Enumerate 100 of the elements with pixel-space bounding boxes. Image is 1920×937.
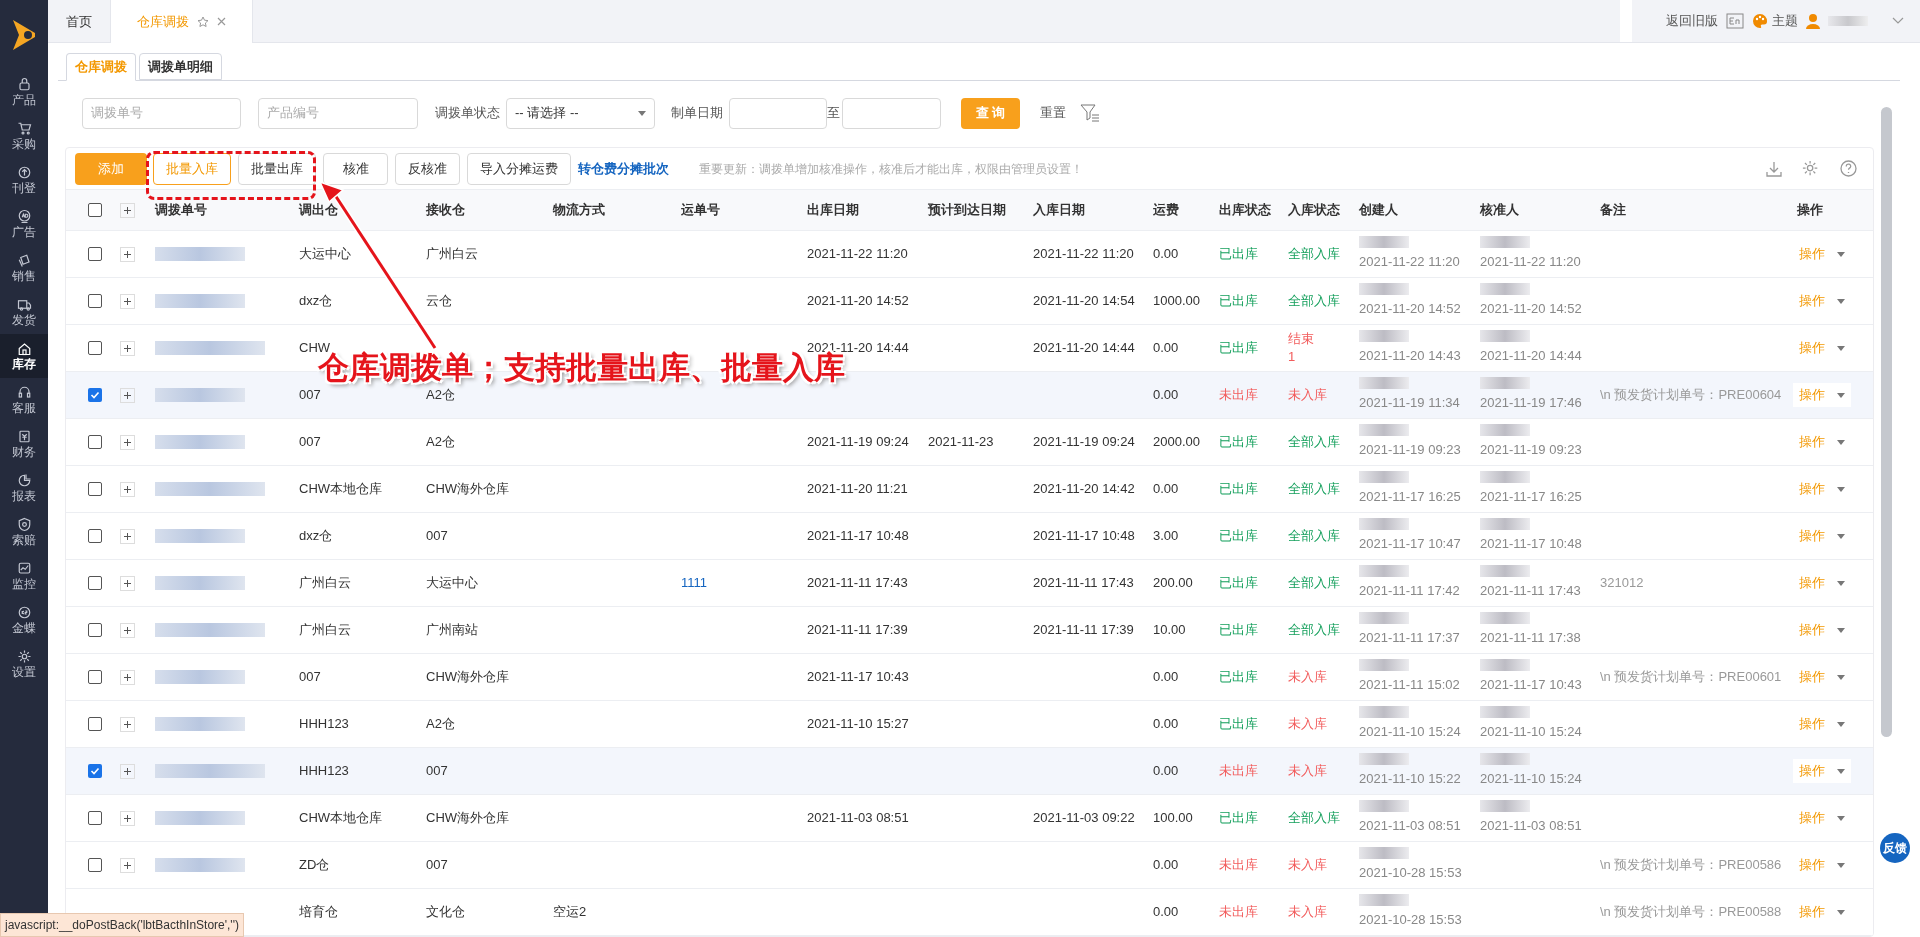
filter-icon[interactable] xyxy=(1080,103,1100,123)
table-cell: 2021-11-11 17:39 xyxy=(1033,622,1134,638)
status-text: 未入库 xyxy=(1288,856,1328,874)
status-text: 已出库 xyxy=(1219,480,1259,498)
expand-icon[interactable] xyxy=(124,391,131,399)
checkbox[interactable] xyxy=(87,576,102,590)
sub-tab[interactable]: 调拨单明细 xyxy=(139,53,222,80)
theme-button[interactable]: 主题 xyxy=(1752,11,1798,31)
checkbox[interactable] xyxy=(87,435,102,449)
blurred-text xyxy=(1359,612,1409,625)
sidebar-item[interactable]: 金蝶 xyxy=(0,598,48,642)
table-cell: CHW海外仓库 xyxy=(426,481,510,497)
star-icon[interactable] xyxy=(197,15,209,28)
checkbox[interactable] xyxy=(87,341,102,355)
sidebar-item[interactable]: 监控 xyxy=(0,554,48,598)
old-version-link[interactable]: 返回旧版 xyxy=(1666,11,1718,31)
sidebar-item[interactable]: 报表 xyxy=(0,466,48,510)
page-tab[interactable]: 首页 xyxy=(48,0,110,43)
sidebar-item[interactable]: 发货 xyxy=(0,290,48,334)
checkbox[interactable] xyxy=(87,529,102,543)
status-text: 已出库 xyxy=(1219,621,1259,639)
checkbox[interactable] xyxy=(87,764,102,778)
sidebar-item[interactable]: 索赔 xyxy=(0,510,48,554)
table-cell: 2021-11-10 15:27 xyxy=(807,716,909,732)
sidebar-item[interactable]: 库存 xyxy=(0,334,48,378)
expand-icon[interactable] xyxy=(124,673,131,681)
close-icon[interactable] xyxy=(217,17,226,26)
checkmark-icon xyxy=(89,390,100,400)
table-cell: A2仓 xyxy=(426,716,455,732)
toolbar-button[interactable]: 反核准 xyxy=(395,152,460,185)
sidebar-item[interactable]: 采购 xyxy=(0,114,48,158)
status-text: 未出库 xyxy=(1219,903,1259,921)
expand-icon[interactable] xyxy=(124,250,131,258)
end-date-field[interactable] xyxy=(842,97,941,129)
status-label: 调拨单状态 xyxy=(435,104,500,123)
timestamp-text: 2021-11-03 08:51 xyxy=(1359,817,1462,836)
checkbox[interactable] xyxy=(87,623,102,637)
blurred-text xyxy=(1480,565,1530,578)
shield-icon xyxy=(16,517,32,532)
checkbox[interactable] xyxy=(87,811,102,825)
expand-icon[interactable] xyxy=(124,861,131,869)
caret-icon xyxy=(1837,251,1845,257)
checkmark-icon xyxy=(89,766,100,776)
sidebar-item[interactable]: 刊登 xyxy=(0,158,48,202)
tracking-link[interactable]: 1111 xyxy=(681,575,708,591)
checkbox[interactable] xyxy=(87,203,102,218)
start-date-field[interactable] xyxy=(729,97,827,129)
checkbox[interactable] xyxy=(87,482,102,496)
expand-icon[interactable] xyxy=(124,814,131,822)
reset-link[interactable]: 重置 xyxy=(1040,103,1066,123)
lock-icon xyxy=(16,77,32,92)
checkbox[interactable] xyxy=(87,670,102,684)
help-icon[interactable] xyxy=(1840,160,1857,178)
timestamp-text: 2021-11-11 17:37 xyxy=(1359,629,1461,648)
table-cell: HHH123 xyxy=(299,763,349,779)
checkbox[interactable] xyxy=(87,858,102,872)
sidebar-item[interactable]: 广告 xyxy=(0,202,48,246)
table-cell: 2021-11-17 10:48 xyxy=(1033,528,1135,544)
date-separator: 至 xyxy=(827,104,840,123)
toolbar-button[interactable]: 导入分摊运费 xyxy=(467,152,571,185)
timestamp-text: 2021-11-22 11:20 xyxy=(1359,253,1461,272)
toolbar-button[interactable]: 批量出库 xyxy=(238,152,316,185)
sidebar-item[interactable]: 财务 xyxy=(0,422,48,466)
expand-icon[interactable] xyxy=(124,720,131,728)
status-select[interactable]: -- 请选择 -- xyxy=(506,97,655,129)
expand-icon[interactable] xyxy=(124,485,131,493)
checkbox[interactable] xyxy=(87,247,102,261)
toolbar-button[interactable]: 核准 xyxy=(323,152,388,185)
expand-icon[interactable] xyxy=(124,344,131,352)
sidebar-item[interactable]: 客服 xyxy=(0,378,48,422)
scrollbar[interactable] xyxy=(1881,107,1892,737)
expand-icon[interactable] xyxy=(124,626,131,634)
checkbox[interactable] xyxy=(87,717,102,731)
expand-icon[interactable] xyxy=(124,579,131,587)
expand-icon[interactable] xyxy=(124,532,131,540)
download-icon[interactable] xyxy=(1766,160,1782,177)
table-cell: 2021-11-19 09:24 xyxy=(807,434,909,450)
sidebar-item[interactable]: 产品 xyxy=(0,70,48,114)
timestamp-text: 2021-11-10 15:22 xyxy=(1359,770,1462,789)
timestamp-text: 2021-11-19 11:34 xyxy=(1359,394,1461,413)
sidebar-item[interactable]: 设置 xyxy=(0,642,48,686)
feedback-button[interactable]: 反馈 xyxy=(1880,833,1910,863)
batch-link[interactable]: 转仓费分摊批次 xyxy=(578,159,669,179)
sidebar-item[interactable]: 销售 xyxy=(0,246,48,290)
settings-icon xyxy=(16,649,32,664)
status-text: 全部入库 xyxy=(1288,527,1341,545)
expand-icon[interactable] xyxy=(124,206,131,214)
expand-icon[interactable] xyxy=(124,438,131,446)
timestamp-text: 2021-11-17 16:25 xyxy=(1480,488,1583,507)
checkbox[interactable] xyxy=(87,388,102,402)
column-header: 创建人 xyxy=(1359,202,1398,218)
chevron-down-icon[interactable] xyxy=(1892,17,1904,25)
settings-icon[interactable] xyxy=(1802,159,1820,178)
table-cell: 2021-11-20 11:21 xyxy=(807,481,908,497)
expand-icon[interactable] xyxy=(124,767,131,775)
checkbox[interactable] xyxy=(87,294,102,308)
table-cell: 2021-11-11 17:39 xyxy=(807,622,908,638)
headset-icon xyxy=(16,385,32,400)
blurred-text xyxy=(1359,330,1409,343)
expand-icon[interactable] xyxy=(124,297,131,305)
